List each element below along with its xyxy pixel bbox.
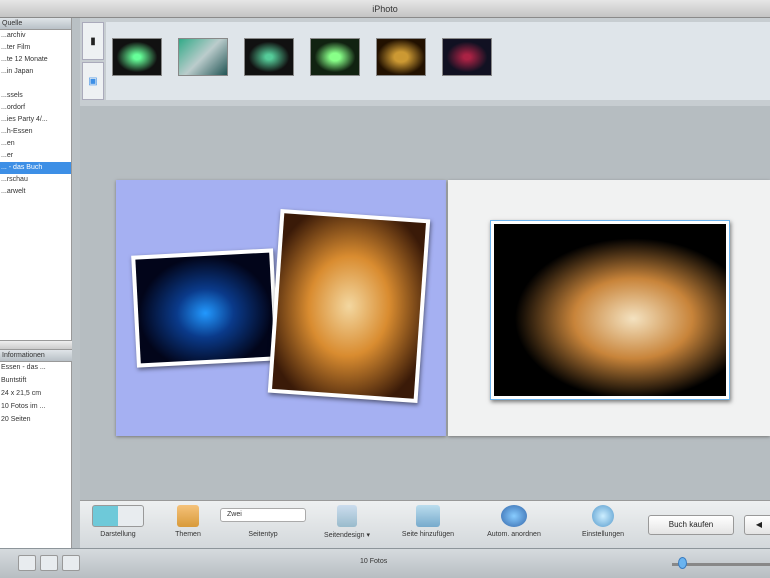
sidebar-item[interactable]: ...archiv — [0, 30, 71, 42]
seitendesign-button[interactable]: Seitendesign ▾ — [314, 505, 380, 539]
add-page-icon — [416, 505, 440, 527]
info-panel: Informationen Essen - das ... Buntstift 24… — [0, 350, 72, 427]
page-design-icon — [337, 505, 357, 527]
sidebar-item[interactable]: ...rschau — [0, 174, 71, 186]
sidebar-item[interactable]: ...er — [0, 150, 71, 162]
seitentyp-label: Seitentyp — [248, 531, 278, 538]
seite-hinzufuegen-button[interactable]: Seite hinzufügen — [388, 505, 468, 538]
window-title: iPhoto — [0, 0, 770, 18]
info-item: 20 Seiten — [1, 416, 31, 423]
info-header: Informationen — [0, 350, 72, 362]
photos-icon: ▣ — [88, 76, 98, 87]
info-item: Buntstift — [1, 377, 27, 384]
photo-count: 10 Fotos — [360, 558, 388, 565]
book-canvas — [80, 106, 770, 500]
page-thumbnail[interactable] — [442, 38, 492, 76]
seitendesign-label: Seitendesign ▾ — [324, 532, 370, 539]
page-view-tab[interactable]: ▮ — [82, 22, 104, 60]
themes-icon — [177, 505, 199, 527]
zoom-slider-knob[interactable] — [678, 557, 687, 569]
darstellung-button[interactable]: Darstellung — [90, 505, 146, 538]
page-thumbnail[interactable] — [376, 38, 426, 76]
photo-frame-selected[interactable] — [490, 220, 730, 400]
sidebar-splitter[interactable] — [0, 340, 72, 350]
sidebar-item[interactable]: ...ordorf — [0, 102, 71, 114]
sidebar-item[interactable]: ...ter Film — [0, 42, 71, 54]
sidebar-item[interactable]: ...ssels — [0, 90, 71, 102]
photo-view-tab[interactable]: ▣ — [82, 62, 104, 100]
seite-hinzufuegen-label: Seite hinzufügen — [401, 531, 455, 538]
book-page-right[interactable] — [448, 180, 770, 436]
themen-label: Themen — [175, 531, 201, 538]
autoflow-icon — [501, 505, 527, 527]
info-toggle-button[interactable] — [18, 555, 36, 571]
book-page-left[interactable] — [116, 180, 446, 436]
page-strip: ▮ ▣ — [80, 18, 770, 106]
einstellungen-label: Einstellungen — [581, 531, 625, 538]
seitentyp-select[interactable]: Zwei — [220, 508, 306, 522]
sidebar-item[interactable]: ...ies Party 4/... — [0, 114, 71, 126]
info-item: Essen - das ... — [1, 364, 46, 371]
einstellungen-button[interactable]: Einstellungen — [572, 505, 634, 538]
sidebar-item[interactable]: ...h-Essen — [0, 126, 71, 138]
slideshow-button[interactable] — [40, 555, 58, 571]
page-thumbnail[interactable] — [178, 38, 228, 76]
page-thumbnail[interactable] — [112, 38, 162, 76]
page-thumbnail[interactable] — [244, 38, 294, 76]
buch-kaufen-button[interactable]: Buch kaufen — [648, 515, 734, 535]
themen-button[interactable]: Themen — [168, 505, 208, 538]
info-item: 10 Fotos im ... — [1, 403, 46, 410]
status-bar: 10 Fotos — [0, 548, 770, 578]
arrow-left-icon: ◀ — [755, 520, 763, 529]
settings-icon — [592, 505, 614, 527]
sidebar-item[interactable]: ...in Japan — [0, 66, 71, 78]
sidebar-item[interactable] — [0, 78, 71, 90]
page-thumbnail[interactable] — [310, 38, 360, 76]
autom-anordnen-label: Autom. anordnen — [487, 531, 541, 538]
sidebar-item[interactable]: ... - das Buch — [0, 162, 71, 174]
photo-frame[interactable] — [267, 208, 431, 404]
sidebar-item[interactable]: ...en — [0, 138, 71, 150]
page-icon: ▮ — [90, 36, 96, 47]
seitentyp-control[interactable]: Zwei Seitentyp — [220, 505, 306, 538]
sidebar: Quelle ...archiv ...ter Film ...te 12 Mona… — [0, 18, 72, 548]
darstellung-label: Darstellung — [100, 531, 136, 538]
sidebar-item[interactable]: ...te 12 Monate — [0, 54, 71, 66]
info-item: 24 x 21,5 cm — [1, 390, 42, 397]
sidebar-item[interactable]: ...arwelt — [0, 186, 71, 198]
back-button[interactable]: ◀ — [744, 515, 770, 535]
view-mode-icon — [92, 505, 144, 527]
photo-frame[interactable] — [131, 248, 279, 368]
source-header: Quelle — [0, 18, 71, 30]
fullscreen-button[interactable] — [62, 555, 80, 571]
autom-anordnen-button[interactable]: Autom. anordnen — [472, 505, 556, 538]
toolbar: Darstellung Themen Zwei Seitentyp Seiten… — [80, 500, 770, 548]
